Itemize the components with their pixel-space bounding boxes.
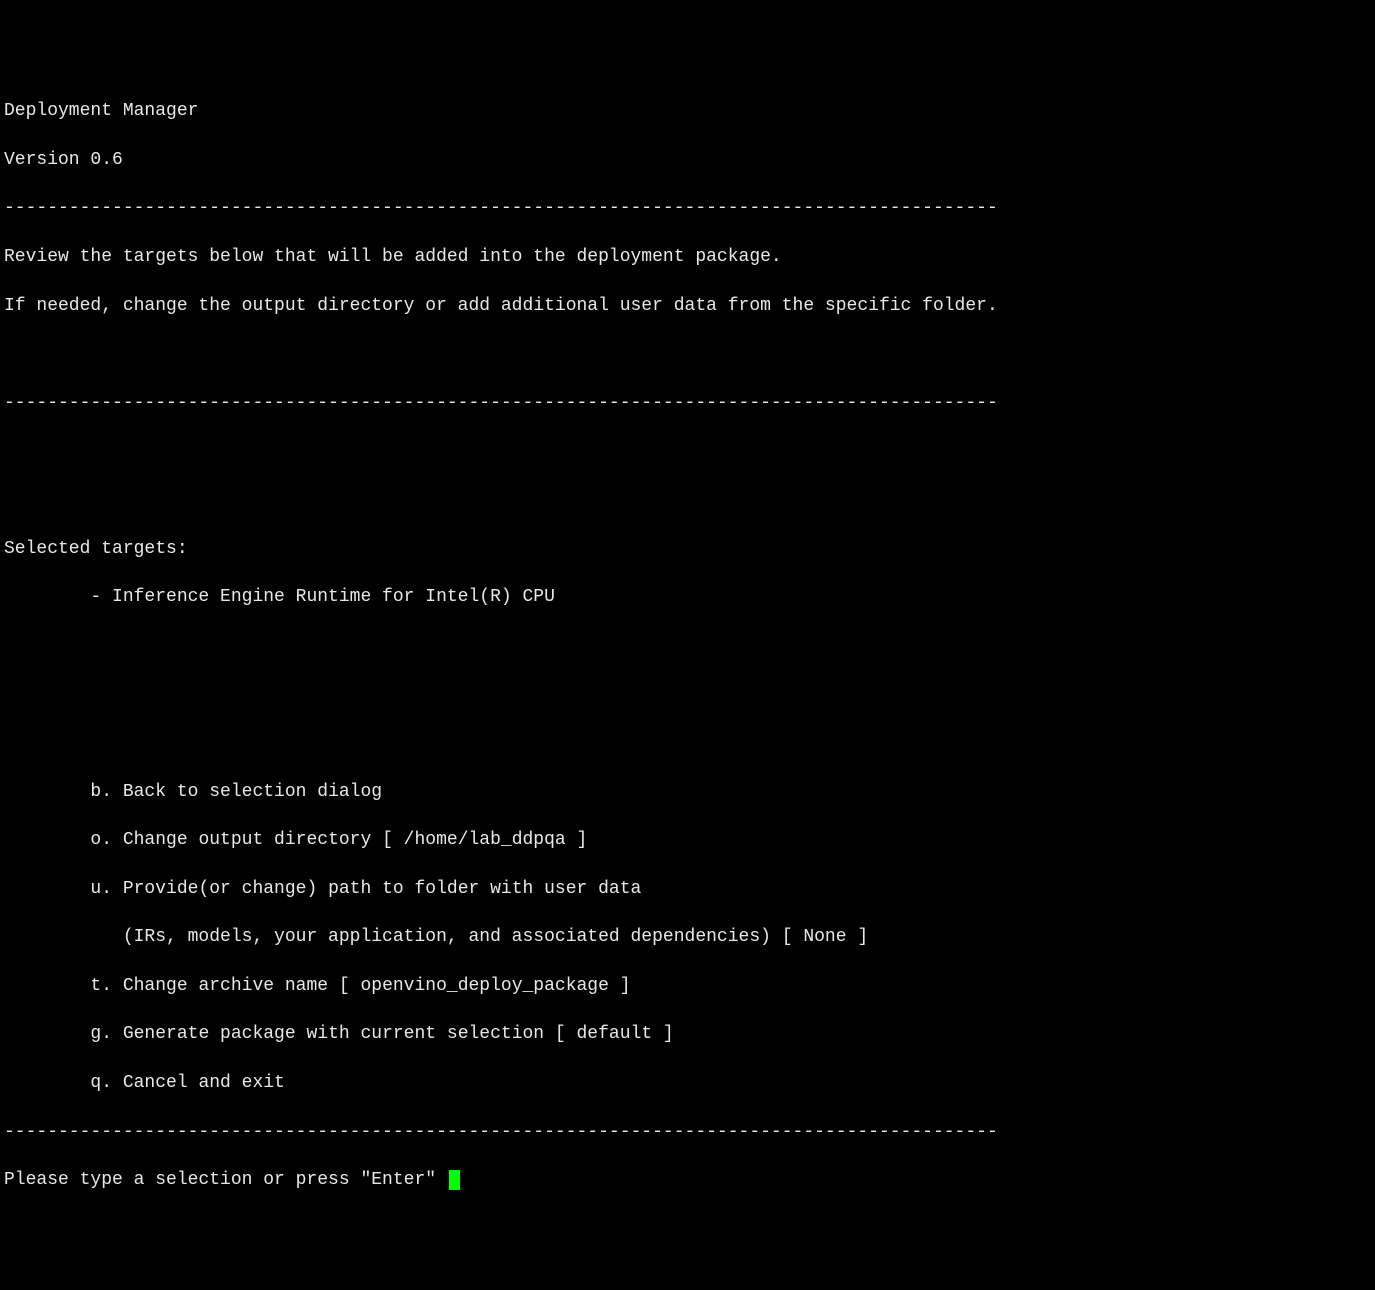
option-text: Change output directory [ /home/lab_ddpq… — [112, 830, 587, 850]
option-g[interactable]: g. Generate package with current selecti… — [4, 1022, 1371, 1046]
selected-target-item: - Inference Engine Runtime for Intel(R) … — [4, 585, 1371, 609]
app-version: Version 0.6 — [4, 148, 1371, 172]
option-key: o. — [4, 830, 112, 850]
divider: ----------------------------------------… — [4, 391, 1371, 415]
divider: ----------------------------------------… — [4, 196, 1371, 220]
option-text: Back to selection dialog — [112, 782, 382, 802]
blank-line — [4, 731, 1371, 755]
selected-targets-heading: Selected targets: — [4, 537, 1371, 561]
option-text: Change archive name [ openvino_deploy_pa… — [112, 976, 630, 996]
blank-line — [4, 634, 1371, 658]
option-key: g. — [4, 1024, 112, 1044]
blank-line — [4, 488, 1371, 512]
input-prompt-line[interactable]: Please type a selection or press "Enter" — [4, 1168, 1371, 1192]
prompt-text: Please type a selection or press "Enter" — [4, 1168, 447, 1192]
option-u[interactable]: u. Provide(or change) path to folder wit… — [4, 877, 1371, 901]
cursor-icon — [449, 1170, 460, 1190]
blank-line — [4, 682, 1371, 706]
intro-line-1: Review the targets below that will be ad… — [4, 245, 1371, 269]
option-t[interactable]: t. Change archive name [ openvino_deploy… — [4, 974, 1371, 998]
option-text: Generate package with current selection … — [112, 1024, 674, 1044]
blank-line — [4, 439, 1371, 463]
blank-line — [4, 342, 1371, 366]
divider: ----------------------------------------… — [4, 1120, 1371, 1144]
option-o[interactable]: o. Change output directory [ /home/lab_d… — [4, 828, 1371, 852]
option-q[interactable]: q. Cancel and exit — [4, 1071, 1371, 1095]
option-u-sub: (IRs, models, your application, and asso… — [4, 925, 1371, 949]
app-title: Deployment Manager — [4, 99, 1371, 123]
option-text: Cancel and exit — [112, 1073, 285, 1093]
option-key: b. — [4, 782, 112, 802]
option-b[interactable]: b. Back to selection dialog — [4, 780, 1371, 804]
option-key: q. — [4, 1073, 112, 1093]
option-key: t. — [4, 976, 112, 996]
option-text: Provide(or change) path to folder with u… — [112, 879, 641, 899]
intro-line-2: If needed, change the output directory o… — [4, 294, 1371, 318]
option-key: u. — [4, 879, 112, 899]
